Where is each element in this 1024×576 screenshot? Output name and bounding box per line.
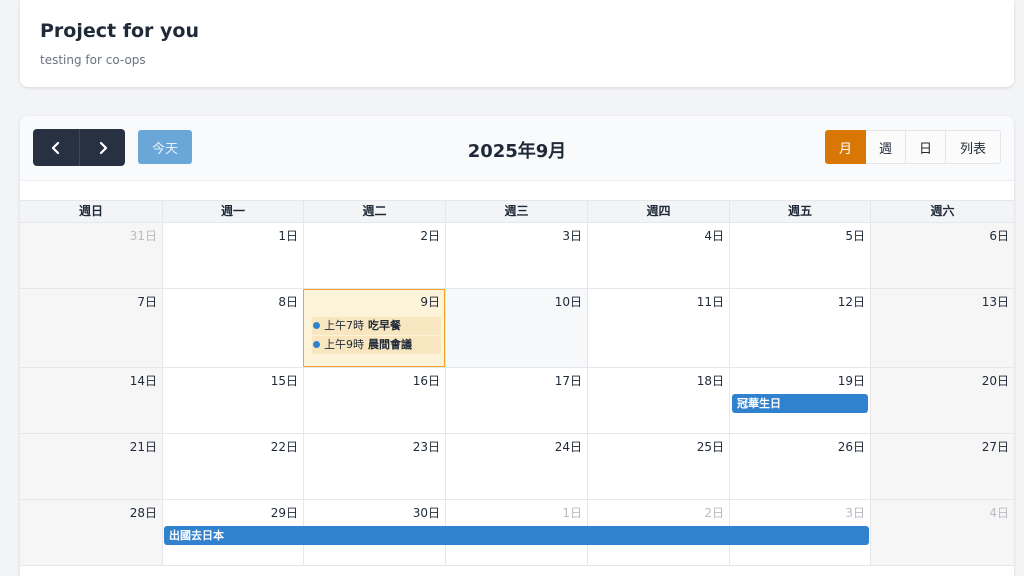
day-number: 17日: [554, 374, 582, 388]
day-cell[interactable]: 8日: [162, 289, 303, 367]
view-day-button[interactable]: 日: [906, 130, 946, 164]
week-row: 28日 29日 30日 1日 2日 3日 4日 出國去日本: [20, 500, 1014, 566]
day-number: 30日: [412, 506, 440, 520]
day-number: 18日: [696, 374, 724, 388]
view-month-button[interactable]: 月: [825, 130, 866, 164]
day-number: 14日: [129, 374, 157, 388]
day-cell[interactable]: 16日: [303, 368, 445, 433]
project-header-card: Project for you testing for co-ops: [20, 0, 1014, 87]
event-time: 上午7時: [324, 319, 364, 332]
day-number: 9日: [420, 295, 440, 309]
day-number: 27日: [981, 440, 1009, 454]
page-subtitle: testing for co-ops: [40, 53, 146, 67]
page-title: Project for you: [40, 20, 199, 42]
day-number: 3日: [562, 229, 582, 243]
week-row: 31日 1日 2日 3日 4日 5日 6日: [20, 223, 1014, 289]
event-breakfast[interactable]: 上午7時 吃早餐: [312, 317, 441, 335]
day-cell[interactable]: 27日: [870, 434, 1014, 499]
day-cell[interactable]: 10日: [445, 289, 587, 367]
day-cell[interactable]: 25日: [587, 434, 729, 499]
day-number: 4日: [704, 229, 724, 243]
event-trip-japan[interactable]: 出國去日本: [164, 526, 869, 545]
weekday-header: 週二: [303, 201, 445, 222]
event-morning-meeting[interactable]: 上午9時 晨間會議: [312, 336, 441, 354]
day-cell[interactable]: 21日: [20, 434, 162, 499]
day-cell[interactable]: 31日: [20, 223, 162, 288]
day-number: 5日: [845, 229, 865, 243]
day-cell-today[interactable]: 9日 上午7時 吃早餐 上午9時 晨間會議: [303, 289, 445, 367]
view-week-button[interactable]: 週: [866, 130, 906, 164]
day-number: 13日: [981, 295, 1009, 309]
day-cell[interactable]: 4日: [587, 223, 729, 288]
weekday-header: 週一: [162, 201, 303, 222]
day-number: 3日: [845, 506, 865, 520]
weekday-header: 週六: [870, 201, 1014, 222]
day-cell[interactable]: 15日: [162, 368, 303, 433]
day-number: 6日: [989, 229, 1009, 243]
day-cell[interactable]: 6日: [870, 223, 1014, 288]
day-cell[interactable]: 24日: [445, 434, 587, 499]
day-cell[interactable]: 1日: [162, 223, 303, 288]
week-row: 14日 15日 16日 17日 18日 19日 冠華生日 20日: [20, 368, 1014, 434]
event-birthday[interactable]: 冠華生日: [732, 394, 868, 413]
day-cell[interactable]: 12日: [729, 289, 870, 367]
day-number: 31日: [129, 229, 157, 243]
weekday-header: 週四: [587, 201, 729, 222]
day-number: 7日: [137, 295, 157, 309]
day-number: 25日: [696, 440, 724, 454]
day-cell[interactable]: 3日: [445, 223, 587, 288]
day-number: 22日: [270, 440, 298, 454]
day-cell[interactable]: 17日: [445, 368, 587, 433]
day-number: 2日: [704, 506, 724, 520]
weekday-header: 週三: [445, 201, 587, 222]
day-cell[interactable]: 14日: [20, 368, 162, 433]
day-cell[interactable]: 4日: [870, 500, 1014, 565]
event-time: 上午9時: [324, 338, 364, 351]
day-cell[interactable]: 26日: [729, 434, 870, 499]
day-cell[interactable]: 23日: [303, 434, 445, 499]
day-number: 16日: [412, 374, 440, 388]
month-grid: 週日 週一 週二 週三 週四 週五 週六 31日 1日 2日 3日 4日 5日 …: [20, 200, 1014, 566]
day-cell[interactable]: 5日: [729, 223, 870, 288]
calendar-toolbar: 今天 2025年9月 月 週 日 列表: [20, 116, 1014, 181]
view-switcher: 月 週 日 列表: [825, 130, 1001, 164]
day-number: 12日: [837, 295, 865, 309]
day-cell[interactable]: 28日: [20, 500, 162, 565]
event-dot-icon: [313, 321, 320, 329]
day-number: 23日: [412, 440, 440, 454]
day-cell[interactable]: 11日: [587, 289, 729, 367]
day-number: 8日: [278, 295, 298, 309]
day-cell[interactable]: 18日: [587, 368, 729, 433]
day-number: 10日: [554, 295, 582, 309]
day-cell[interactable]: 19日 冠華生日: [729, 368, 870, 433]
day-number: 29日: [270, 506, 298, 520]
event-title: 晨間會議: [368, 338, 412, 351]
weekday-header-row: 週日 週一 週二 週三 週四 週五 週六: [20, 200, 1014, 223]
weekday-header: 週日: [20, 201, 162, 222]
day-cell[interactable]: 20日: [870, 368, 1014, 433]
day-cell[interactable]: 13日: [870, 289, 1014, 367]
view-list-button[interactable]: 列表: [946, 130, 1001, 164]
day-number: 11日: [696, 295, 724, 309]
event-title: 吃早餐: [368, 319, 401, 332]
calendar-card: 今天 2025年9月 月 週 日 列表 週日 週一 週二 週三 週四 週五 週六…: [20, 116, 1014, 576]
event-dot-icon: [313, 340, 320, 348]
day-cell[interactable]: 2日: [303, 223, 445, 288]
day-number: 26日: [837, 440, 865, 454]
weekday-header: 週五: [729, 201, 870, 222]
day-number: 28日: [129, 506, 157, 520]
day-number: 15日: [270, 374, 298, 388]
day-number: 24日: [554, 440, 582, 454]
day-number: 4日: [989, 506, 1009, 520]
day-number: 2日: [420, 229, 440, 243]
day-cell[interactable]: 22日: [162, 434, 303, 499]
week-row: 21日 22日 23日 24日 25日 26日 27日: [20, 434, 1014, 500]
day-number: 1日: [562, 506, 582, 520]
day-number: 19日: [837, 374, 865, 388]
day-number: 21日: [129, 440, 157, 454]
week-row: 7日 8日 9日 上午7時 吃早餐 上午9時 晨間會議 10日 11日 12日 13…: [20, 289, 1014, 368]
day-number: 20日: [981, 374, 1009, 388]
day-cell[interactable]: 7日: [20, 289, 162, 367]
day-number: 1日: [278, 229, 298, 243]
